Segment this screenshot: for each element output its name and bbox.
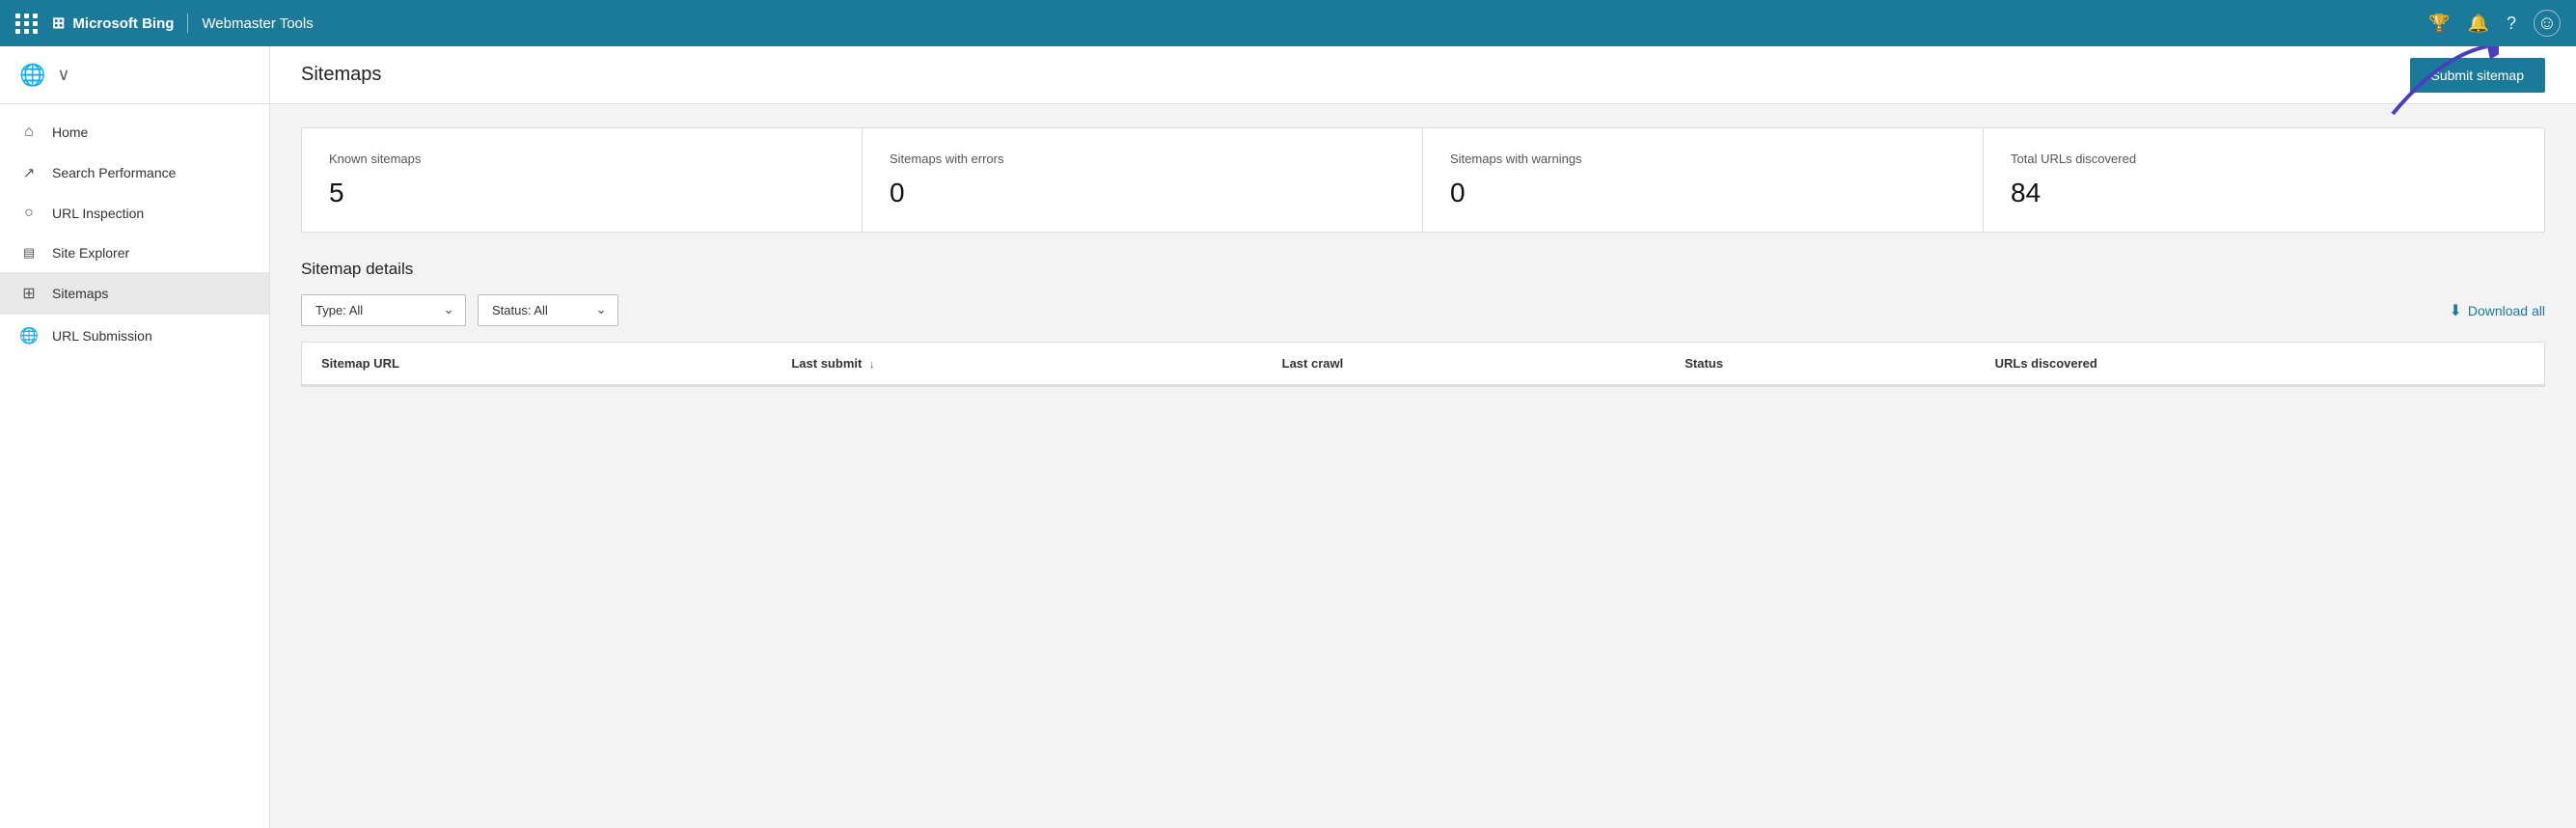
topnav-icons: 🏆 🔔 ? ☺ [2428,10,2561,37]
sidebar-item-site-explorer[interactable]: ▤ Site Explorer [0,234,269,272]
url-inspection-icon: ○ [19,205,39,222]
col-last-crawl: Last crawl [1263,343,1666,385]
sidebar-navigation: ⌂ Home ↗ Search Performance ○ URL Inspec… [0,104,269,365]
stat-value: 0 [1450,178,1956,208]
app-launcher-icon[interactable] [15,14,39,34]
nav-divider [187,14,188,33]
status-filter[interactable]: Status: All Status: Success Status: Erro… [478,294,618,326]
type-filter[interactable]: Type: All Type: Sitemap Index Type: XML … [301,294,466,326]
col-label: URLs discovered [1995,356,2097,371]
main-layout: 🌐 ∨ ⌂ Home ↗ Search Performance ○ URL In… [0,46,2576,828]
col-status: Status [1665,343,1975,385]
download-all-button[interactable]: ⬇ Download all [2449,301,2545,320]
sidebar-site-selector[interactable]: 🌐 ∨ [0,46,269,104]
download-all-label: Download all [2468,303,2545,318]
stat-sitemaps-errors: Sitemaps with errors 0 [863,128,1423,232]
col-label: Last submit [791,356,862,371]
main-content: Known sitemaps 5 Sitemaps with errors 0 … [270,104,2576,410]
bing-windows-icon: ⊞ [52,14,65,33]
section-title: Sitemap details [301,260,2545,279]
help-icon[interactable]: ? [2507,14,2516,34]
stat-value: 5 [329,178,835,208]
trophy-icon[interactable]: 🏆 [2428,14,2450,34]
page-header: Sitemaps Submit sitemap [270,46,2576,104]
product-name: Webmaster Tools [202,15,313,32]
sidebar-item-label: URL Inspection [52,206,144,221]
download-icon: ⬇ [2449,301,2461,320]
sidebar-item-sitemaps[interactable]: ⊞ Sitemaps [0,272,269,315]
type-filter-wrapper: Type: All Type: Sitemap Index Type: XML … [301,294,466,326]
main-content-area: Sitemaps Submit sitemap Known sitemaps 5 [270,46,2576,828]
top-navigation: ⊞ Microsoft Bing Webmaster Tools 🏆 🔔 ? ☺ [0,0,2576,46]
sidebar-item-label: Search Performance [52,165,176,180]
sidebar-chevron: ∨ [57,65,69,85]
stat-label: Total URLs discovered [2011,152,2517,166]
stat-label: Sitemaps with errors [890,152,1395,166]
sidebar-item-url-inspection[interactable]: ○ URL Inspection [0,193,269,234]
sidebar-item-home[interactable]: ⌂ Home [0,112,269,152]
sitemap-details-section: Sitemap details Type: All Type: Sitemap … [301,260,2545,387]
stat-label: Sitemaps with warnings [1450,152,1956,166]
sidebar-item-label: Site Explorer [52,245,129,261]
stat-value: 0 [890,178,1395,208]
app-name: Microsoft Bing [72,15,174,32]
sidebar-item-search-performance[interactable]: ↗ Search Performance [0,152,269,193]
page-title: Sitemaps [301,64,381,86]
sidebar-item-label: URL Submission [52,328,152,344]
status-filter-wrapper: Status: All Status: Success Status: Erro… [478,294,618,326]
sitemaps-table: Sitemap URL Last submit ↓ Last crawl [302,343,2544,386]
col-label: Sitemap URL [321,356,399,371]
url-submission-icon: 🌐 [19,326,39,345]
stat-sitemaps-warnings: Sitemaps with warnings 0 [1423,128,1984,232]
bell-icon[interactable]: 🔔 [2468,14,2489,34]
sidebar-item-url-submission[interactable]: 🌐 URL Submission [0,315,269,357]
app-logo: ⊞ Microsoft Bing [52,14,174,33]
globe-icon: 🌐 [19,63,45,88]
sidebar: 🌐 ∨ ⌂ Home ↗ Search Performance ○ URL In… [0,46,270,828]
sitemaps-table-container: Sitemap URL Last submit ↓ Last crawl [301,342,2545,387]
sidebar-item-label: Home [52,124,88,140]
submit-sitemap-button[interactable]: Submit sitemap [2410,58,2545,93]
col-sitemap-url: Sitemap URL [302,343,772,385]
profile-icon[interactable]: ☺ [2534,10,2561,37]
sidebar-item-label: Sitemaps [52,286,108,301]
stats-cards: Known sitemaps 5 Sitemaps with errors 0 … [301,127,2545,233]
stat-total-urls: Total URLs discovered 84 [1984,128,2544,232]
home-icon: ⌂ [19,124,39,141]
sort-icon: ↓ [869,359,875,371]
stat-label: Known sitemaps [329,152,835,166]
stat-known-sitemaps: Known sitemaps 5 [302,128,863,232]
col-urls-discovered: URLs discovered [1976,343,2544,385]
filters-row: Type: All Type: Sitemap Index Type: XML … [301,294,2545,326]
site-explorer-icon: ▤ [19,245,39,261]
sitemaps-icon: ⊞ [19,284,39,303]
stat-value: 84 [2011,178,2517,208]
col-last-submit[interactable]: Last submit ↓ [772,343,1262,385]
table-header-row: Sitemap URL Last submit ↓ Last crawl [302,343,2544,385]
col-label: Status [1685,356,1723,371]
search-performance-icon: ↗ [19,164,39,181]
col-label: Last crawl [1282,356,1344,371]
